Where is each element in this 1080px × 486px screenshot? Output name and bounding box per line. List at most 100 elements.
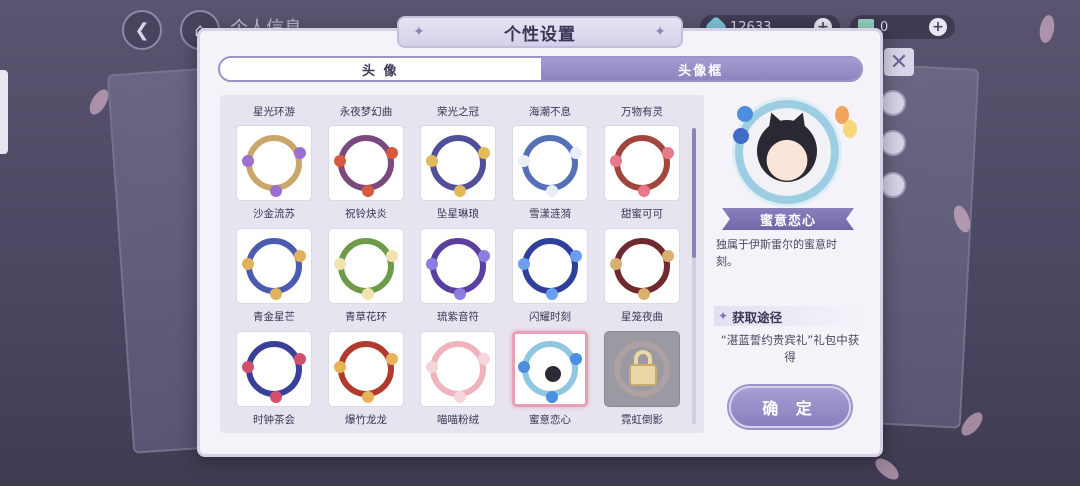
- frame-tile[interactable]: [236, 228, 312, 304]
- frame-item[interactable]: 雪漾涟漪: [504, 125, 596, 228]
- obtain-method-text: “湛蓝誓约贵宾礼”礼包中获得: [720, 333, 860, 364]
- frame-item[interactable]: 时钟茶会: [228, 331, 320, 433]
- frame-tile[interactable]: [236, 125, 312, 201]
- frame-ornament-icon: [478, 147, 490, 159]
- frame-item[interactable]: 青金星芒: [228, 228, 320, 331]
- frame-grid-scrollbar[interactable]: [692, 128, 696, 424]
- frame-label: 爆竹龙龙: [345, 414, 387, 426]
- frame-ornament-icon: [454, 185, 466, 197]
- frame-item[interactable]: 星笼夜曲: [596, 228, 688, 331]
- frame-ornament-icon: [242, 258, 254, 270]
- frame-ornament-icon: [270, 288, 282, 300]
- frame-tile[interactable]: [604, 331, 680, 407]
- frame-ornament-icon: [362, 288, 374, 300]
- frame-item[interactable]: 甜蜜可可: [596, 125, 688, 228]
- frame-tile[interactable]: [328, 228, 404, 304]
- frame-ornament-icon: [454, 288, 466, 300]
- frame-name-banner: 蜜意恋心: [722, 208, 854, 230]
- petal-decoration: [1037, 13, 1057, 45]
- frame-item[interactable]: 琉紫音符: [412, 228, 504, 331]
- pen-icon[interactable]: [880, 172, 906, 198]
- frame-tile[interactable]: [328, 331, 404, 407]
- frame-ornament-icon: [334, 258, 346, 270]
- frame-ornament-icon: [386, 353, 398, 365]
- frame-label: 沙金流苏: [253, 208, 295, 220]
- close-icon: ✕: [889, 49, 909, 75]
- frame-item[interactable]: 坠星琳琅: [412, 125, 504, 228]
- frame-item[interactable]: 祝铃炔炎: [320, 125, 412, 228]
- frame-item[interactable]: 爆竹龙龙: [320, 331, 412, 433]
- tab-avatar-frame[interactable]: 头像框: [540, 58, 861, 80]
- frame-item[interactable]: 闪耀时刻: [504, 228, 596, 331]
- frame-ornament-icon: [362, 185, 374, 197]
- frame-tile[interactable]: [512, 125, 588, 201]
- edit-icon[interactable]: [880, 90, 906, 116]
- frame-label: 甜蜜可可: [621, 208, 663, 220]
- frame-label: 青草花环: [345, 311, 387, 323]
- balloon-icon: [843, 120, 857, 138]
- frame-ornament-icon: [334, 361, 346, 373]
- scrollbar-thumb[interactable]: [692, 128, 696, 258]
- frame-tile[interactable]: [512, 331, 588, 407]
- frame-ornament-icon: [546, 185, 558, 197]
- cat-ear-icon: [783, 108, 815, 138]
- frame-item[interactable]: 蜜意恋心: [504, 331, 596, 433]
- frame-label: 祝铃炔炎: [345, 208, 387, 220]
- frame-ring-icon: [242, 238, 306, 300]
- lock-icon: [629, 364, 657, 386]
- frame-item[interactable]: 霓虹倒影: [596, 331, 688, 433]
- frame-tile[interactable]: [512, 228, 588, 304]
- frame-grid-area: 星光环游 永夜梦幻曲 荣光之冠 海潮不息 万物有灵 沙金流苏 祝铃炔炎 坠星琳琅 雪漾…: [220, 95, 704, 433]
- frame-label: 琉紫音符: [437, 311, 479, 323]
- frame-ornament-icon: [570, 250, 582, 262]
- frame-ornament-icon: [242, 155, 254, 167]
- frame-label: 闪耀时刻: [529, 311, 571, 323]
- frame-tile[interactable]: [420, 228, 496, 304]
- frame-ornament-icon: [546, 288, 558, 300]
- frame-tile[interactable]: [604, 125, 680, 201]
- frame-item[interactable]: 青草花环: [320, 228, 412, 331]
- frame-ornament-icon: [546, 391, 558, 403]
- note-icon[interactable]: [880, 130, 906, 156]
- frame-tile[interactable]: [236, 331, 312, 407]
- frame-ring-icon: [242, 341, 306, 403]
- frame-item[interactable]: 喵喵粉绒: [412, 331, 504, 433]
- frame-ornament-icon: [518, 155, 530, 167]
- rose-icon: [733, 128, 749, 144]
- frame-ring-icon: [334, 135, 398, 197]
- frame-ring-icon: [334, 238, 398, 300]
- tab-avatar[interactable]: 头 像: [220, 58, 541, 80]
- frame-ornament-icon: [270, 185, 282, 197]
- sparkle-icon: ✦: [413, 24, 426, 40]
- close-button[interactable]: ✕: [884, 48, 914, 76]
- frame-label: 时钟茶会: [253, 414, 295, 426]
- frame-preview: [733, 100, 857, 204]
- frame-ring-icon: [518, 135, 582, 197]
- frame-item[interactable]: 沙金流苏: [228, 125, 320, 228]
- sparkle-icon: ✦: [718, 309, 729, 323]
- frame-label: 青金星芒: [253, 311, 295, 323]
- frame-tile[interactable]: [604, 228, 680, 304]
- add-ticket-button[interactable]: +: [929, 18, 947, 36]
- frame-tile[interactable]: [420, 331, 496, 407]
- frame-ornament-icon: [638, 185, 650, 197]
- confirm-button[interactable]: 确 定: [729, 386, 851, 428]
- frame-ornament-icon: [638, 288, 650, 300]
- frame-tile[interactable]: [328, 125, 404, 201]
- left-edge-handle: [0, 70, 8, 154]
- frame-ring-icon: [426, 135, 490, 197]
- frame-ring-icon: [334, 341, 398, 403]
- frame-grid: 星光环游 永夜梦幻曲 荣光之冠 海潮不息 万物有灵 沙金流苏 祝铃炔炎 坠星琳琅 雪漾…: [228, 101, 688, 433]
- frame-tile[interactable]: [420, 125, 496, 201]
- avatar-preview: [757, 108, 817, 182]
- frame-ring-icon: [426, 341, 490, 403]
- frame-ring-icon: [518, 238, 582, 300]
- petal-decoration: [957, 408, 987, 440]
- frame-ornament-icon: [270, 391, 282, 403]
- frame-ornament-icon: [570, 147, 582, 159]
- avatar-thumbnail: [545, 366, 561, 382]
- frame-ornament-icon: [334, 155, 346, 167]
- frame-ornament-icon: [426, 361, 438, 373]
- frame-ornament-icon: [386, 147, 398, 159]
- back-button[interactable]: ❮: [122, 10, 162, 50]
